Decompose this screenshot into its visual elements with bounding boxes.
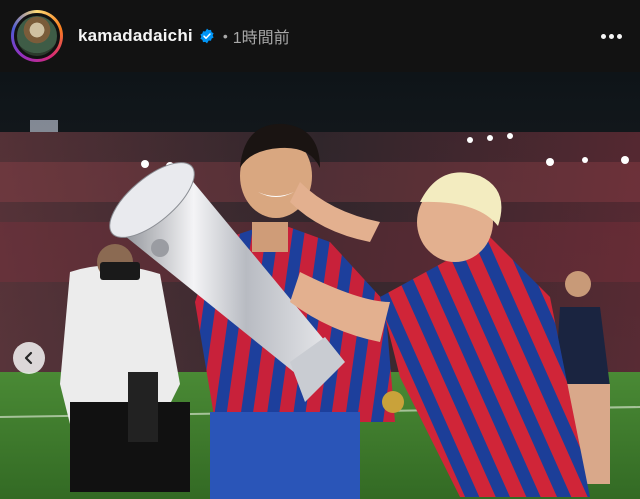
more-options-icon[interactable] xyxy=(598,28,624,44)
post-header: kamadadaichi • 1時間前 xyxy=(0,0,640,72)
avatar[interactable] xyxy=(14,13,60,59)
post-photo[interactable] xyxy=(0,72,640,499)
previous-photo-button[interactable] xyxy=(13,342,45,374)
celebration-photo xyxy=(0,72,640,499)
username[interactable]: kamadadaichi xyxy=(78,26,193,46)
separator-dot: • xyxy=(222,28,228,44)
story-ring[interactable] xyxy=(11,10,63,62)
verified-badge-icon xyxy=(200,28,214,44)
chevron-left-icon xyxy=(24,351,33,365)
post-timestamp[interactable]: 1時間前 xyxy=(233,24,290,48)
